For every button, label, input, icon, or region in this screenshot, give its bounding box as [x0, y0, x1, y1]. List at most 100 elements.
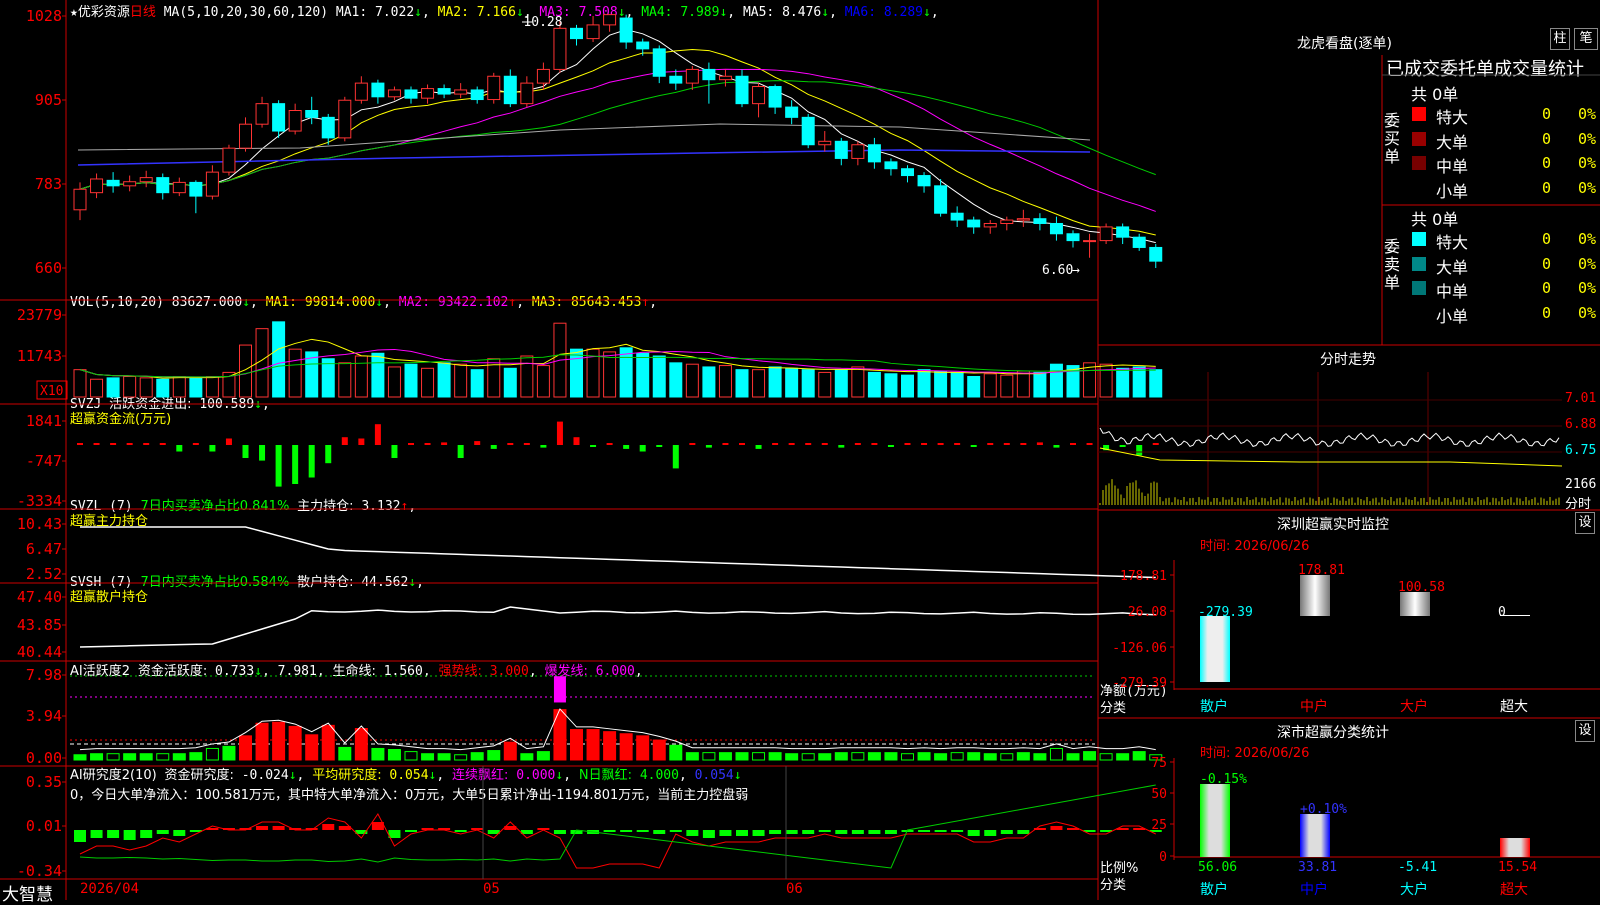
activity-bar — [901, 753, 914, 761]
flow-bar — [970, 445, 977, 447]
ratio-bar — [1200, 784, 1230, 857]
flow-bar — [987, 443, 994, 445]
activity-bar — [619, 733, 633, 761]
activity-bar — [934, 753, 948, 761]
research-bar — [984, 830, 997, 836]
candle — [321, 116, 335, 139]
research-bar — [835, 830, 848, 834]
candle — [536, 68, 550, 84]
flow-bar — [374, 424, 381, 445]
ratio-value: 15.54 — [1498, 860, 1537, 875]
ratio-category: 大户 — [1400, 881, 1428, 898]
flow-bar — [341, 437, 348, 445]
candle — [437, 88, 451, 95]
research-bar — [918, 830, 931, 832]
volume-bar — [123, 376, 137, 398]
net-bar — [1300, 575, 1330, 616]
volume-bar — [983, 373, 997, 398]
activity-bar — [321, 724, 335, 761]
kline-chart[interactable]: 1028 905 783 660 23779 11743 1841 -747 -3334 10.4… — [0, 0, 1600, 900]
volume-bar — [652, 355, 666, 398]
activity-bar — [255, 722, 269, 761]
activity-bar — [818, 753, 832, 761]
activity-bar — [967, 752, 981, 761]
research-bar — [140, 830, 153, 838]
volume-bar — [718, 365, 732, 398]
flow-bar — [887, 445, 894, 447]
candle — [934, 185, 948, 214]
ratio-value: -5.41 — [1398, 860, 1437, 875]
volume-bar — [801, 369, 815, 398]
flow-bar — [590, 445, 597, 447]
activity-bar — [652, 739, 666, 761]
volume-bar — [73, 369, 87, 398]
flow-bar — [722, 443, 729, 445]
activity-bar — [785, 753, 799, 761]
candle — [735, 75, 749, 105]
activity-bar — [752, 752, 766, 761]
volume-bar — [371, 352, 385, 398]
ratio-category: 散户 — [1200, 881, 1228, 898]
volume-bar — [1116, 367, 1130, 398]
flow-bar — [93, 443, 100, 445]
research-bar — [620, 830, 633, 832]
research-bar — [669, 830, 682, 832]
research-bar — [156, 830, 169, 834]
volume-bar — [421, 367, 435, 398]
ratio-category: 超大 — [1500, 882, 1528, 898]
flow-bar — [358, 438, 365, 445]
activity-bar — [222, 745, 236, 761]
research-bar — [702, 830, 715, 838]
net-bar — [1200, 616, 1230, 682]
monitor-tick: 26.08 — [1128, 605, 1167, 620]
volume-bar — [536, 365, 550, 398]
activity-bar — [421, 753, 435, 761]
activity-bar — [1000, 753, 1014, 761]
volume-bar — [1000, 374, 1014, 398]
ai1-tick: 7.98 — [26, 666, 62, 684]
research-line-green — [79, 784, 1156, 869]
classify-tick: 50 — [1151, 787, 1167, 802]
research-bar — [686, 830, 699, 836]
candle — [619, 17, 633, 43]
flow-bar — [457, 445, 464, 458]
research-bar — [256, 826, 269, 830]
ai2-tick: 0.35 — [26, 773, 62, 791]
candle — [487, 75, 501, 101]
monitor-tick: 178.81 — [1120, 569, 1167, 584]
monitor-tick: -126.06 — [1112, 641, 1167, 656]
candle — [1149, 246, 1163, 262]
research-bar — [851, 830, 864, 834]
research-bar — [868, 830, 881, 834]
activity-bar — [437, 753, 451, 761]
net-bar-value: 100.58 — [1398, 580, 1445, 595]
intraday-price-line — [1099, 427, 1560, 448]
svzj-tick: 1841 — [26, 412, 62, 430]
ai2-tick: 0.01 — [26, 817, 62, 835]
activity-bar — [570, 729, 583, 761]
flow-bar — [1053, 445, 1060, 448]
flow-bar — [854, 443, 861, 445]
net-bar-category: 超大 — [1500, 699, 1528, 715]
flow-bar — [871, 443, 878, 445]
activity-bar — [156, 753, 170, 761]
activity-bar — [404, 751, 418, 761]
price-tick: 783 — [35, 175, 62, 193]
net-bar-category: 散户 — [1200, 698, 1228, 715]
candle — [454, 89, 468, 95]
candle — [354, 82, 368, 101]
volume-bar — [437, 362, 451, 398]
research-bar — [1017, 830, 1030, 834]
volume-bar — [702, 366, 716, 398]
net-bar-value: 178.81 — [1298, 563, 1345, 578]
candle — [636, 41, 650, 50]
vol-tick: 11743 — [17, 347, 62, 365]
candle — [189, 181, 203, 197]
candle — [404, 89, 418, 99]
volume-bar — [934, 370, 948, 398]
volume-bar — [205, 376, 219, 398]
ratio-value: 56.06 — [1198, 860, 1237, 875]
candle — [387, 89, 401, 98]
candle — [288, 110, 302, 132]
flow-bar — [656, 445, 663, 447]
